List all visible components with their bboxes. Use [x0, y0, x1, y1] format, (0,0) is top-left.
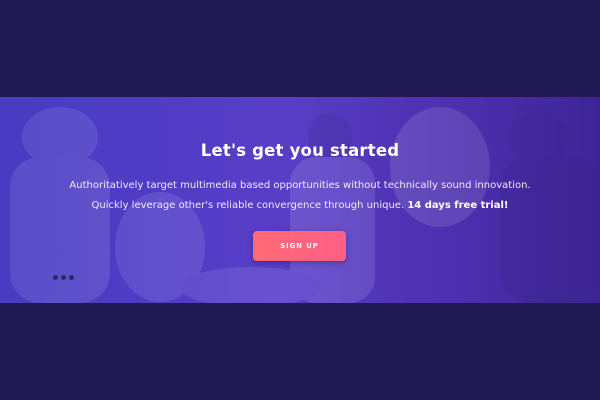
page: Let's get you started Authoritatively ta… — [0, 0, 600, 400]
hero-description: Authoritatively target multimedia based … — [60, 176, 540, 216]
carousel-dots — [53, 275, 74, 280]
hero-content: Let's get you started Authoritatively ta… — [0, 97, 600, 303]
carousel-dot[interactable] — [69, 275, 74, 280]
hero-heading: Let's get you started — [200, 141, 400, 160]
carousel-dot[interactable] — [61, 275, 66, 280]
signup-banner: Let's get you started Authoritatively ta… — [0, 97, 600, 303]
free-trial-highlight: 14 days free trial! — [407, 200, 509, 211]
sign-up-button[interactable]: SIGN UP — [253, 231, 346, 261]
carousel-dot[interactable] — [53, 275, 58, 280]
